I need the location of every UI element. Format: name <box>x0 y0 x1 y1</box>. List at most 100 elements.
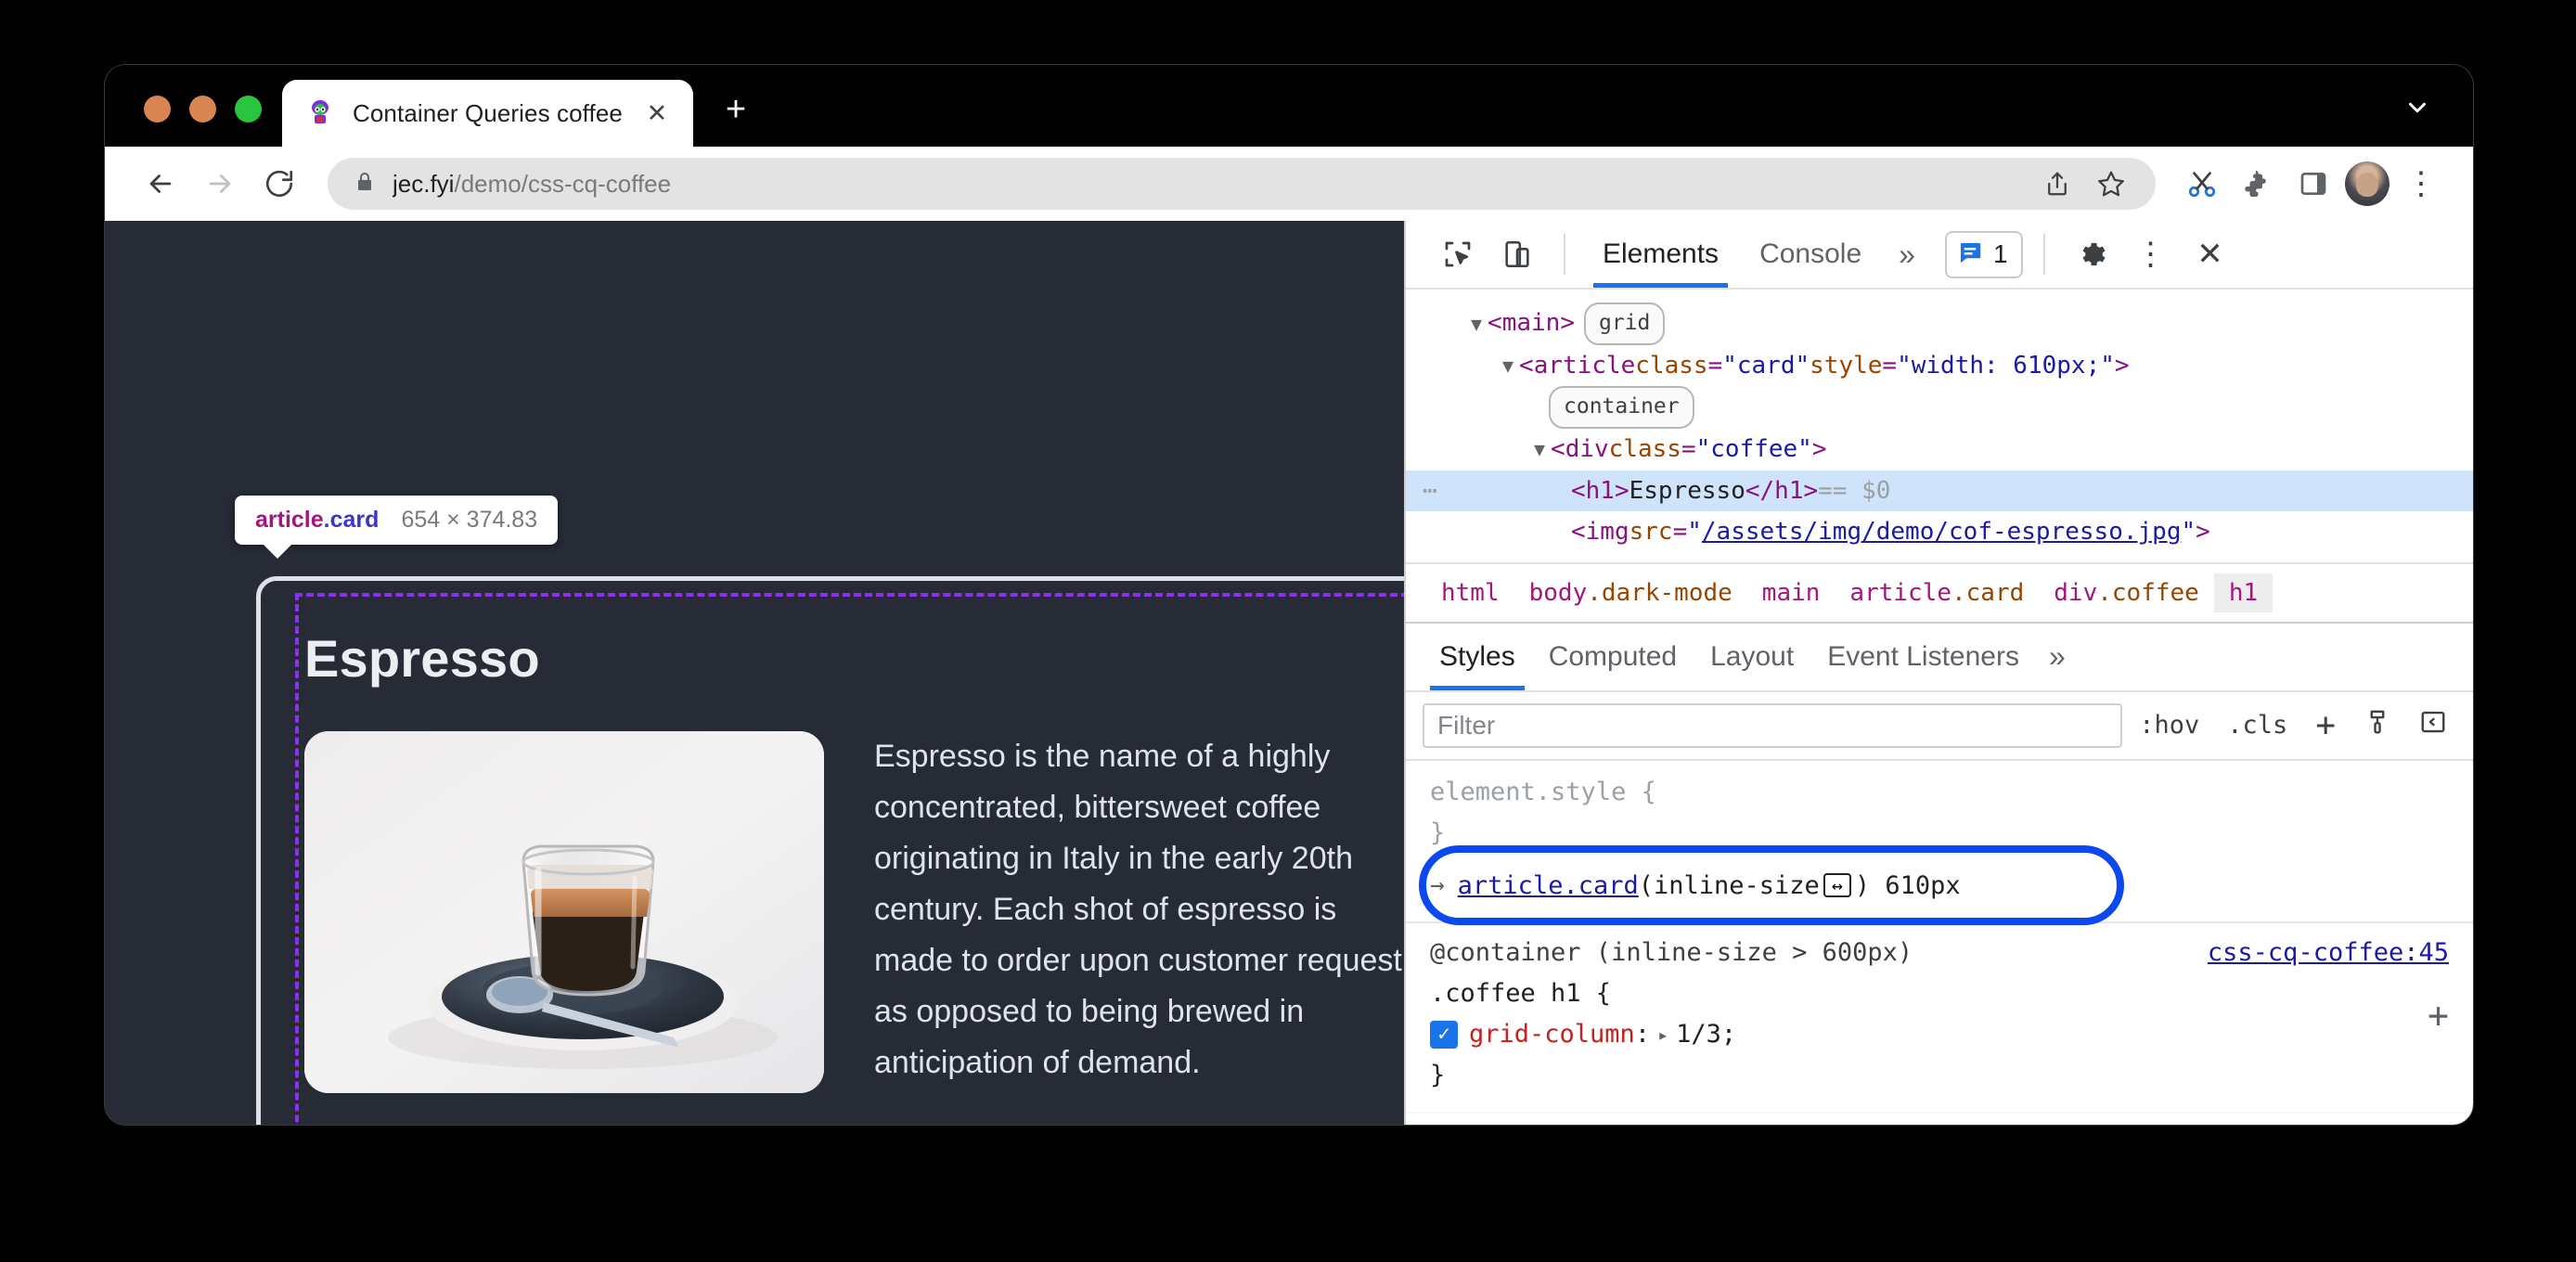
breadcrumb-tag: html <box>1441 578 1500 607</box>
dom-token[interactable]: /assets/img/demo/cof-espresso.jpg <box>1702 511 2182 553</box>
more-panels-icon[interactable]: » <box>1886 238 1928 272</box>
new-tab-button[interactable]: + <box>710 84 762 135</box>
scissors-icon[interactable] <box>2178 160 2226 208</box>
browser-menu-button[interactable]: ⋮ <box>2397 160 2445 208</box>
side-panel-icon[interactable] <box>2289 160 2338 208</box>
breadcrumb-item-main[interactable]: main <box>1747 573 1835 612</box>
rule-source-link[interactable]: css-cq-coffee:45 <box>2208 933 2449 973</box>
declaration-checkbox[interactable]: ✓ <box>1430 1020 1458 1049</box>
new-style-rule-button[interactable]: + <box>2304 706 2347 744</box>
dom-token: < <box>1571 518 1586 547</box>
puzzle-icon[interactable] <box>2234 160 2282 208</box>
dom-token: < <box>1519 351 1534 380</box>
star-icon[interactable] <box>2087 160 2135 208</box>
tab-event-listeners[interactable]: Event Listeners <box>1810 624 2036 690</box>
tab-console[interactable]: Console <box>1743 221 1878 288</box>
rule-selector[interactable]: .coffee h1 { <box>1430 973 1611 1014</box>
minimize-window-button[interactable] <box>189 96 216 122</box>
breadcrumb-item-html[interactable]: html <box>1426 573 1514 612</box>
dom-token: < <box>1488 309 1502 338</box>
breadcrumb-tag: body <box>1528 578 1588 607</box>
dom-badge-container[interactable]: container <box>1549 386 1694 429</box>
cls-toggle[interactable]: .cls <box>2216 711 2299 740</box>
dom-node[interactable]: ▼ < main > grid <box>1406 303 2473 345</box>
paintbrush-icon[interactable] <box>2352 708 2402 742</box>
window-traffic-lights <box>105 96 262 147</box>
breadcrumb-tag: main <box>1761 578 1821 607</box>
value-disclosure-icon[interactable]: ▸ <box>1657 1020 1668 1050</box>
tab-elements[interactable]: Elements <box>1586 221 1735 288</box>
device-toolbar-icon[interactable] <box>1491 228 1543 280</box>
address-bar[interactable]: jec.fyi/demo/css-cq-coffee <box>328 158 2156 210</box>
issues-badge[interactable]: 1 <box>1944 230 2023 278</box>
breadcrumb-item-article[interactable]: article.card <box>1835 573 2039 612</box>
dom-tree[interactable]: ▼ < main > grid ▼ < article class = "card" style =… <box>1406 290 2473 562</box>
property-name[interactable]: grid-column <box>1469 1014 1635 1055</box>
more-styles-tabs-icon[interactable]: » <box>2036 639 2079 674</box>
breadcrumb-class: .dark-mode <box>1587 578 1732 607</box>
chevron-down-icon[interactable] <box>2399 89 2436 126</box>
inspect-element-icon[interactable] <box>1432 228 1484 280</box>
dom-token: == $0 <box>1818 476 1891 505</box>
close-devtools-button[interactable]: ✕ <box>2184 228 2236 280</box>
disclosure-triangle-icon[interactable]: ▼ <box>1502 350 1513 381</box>
dom-badge-grid[interactable]: grid <box>1583 303 1666 345</box>
inline-size-icon: ↔ <box>1823 873 1851 898</box>
article-card[interactable]: Espresso Espresso is the name of a highl… <box>256 576 1404 1125</box>
dom-token: = <box>1681 434 1696 463</box>
dom-node[interactable]: < img src = "/assets/img/demo/cof-espresso.… <box>1406 511 2473 553</box>
property-value[interactable]: 1/3; <box>1676 1014 1736 1055</box>
forward-button[interactable] <box>194 158 246 210</box>
dom-token: "coffee" <box>1695 434 1812 463</box>
avatar[interactable] <box>2345 161 2389 206</box>
gear-icon[interactable] <box>2066 228 2118 280</box>
disclosure-triangle-icon[interactable]: ▼ <box>1534 433 1545 465</box>
back-button[interactable] <box>135 158 187 210</box>
styles-tabbar: Styles Computed Layout Event Listeners » <box>1406 621 2473 692</box>
tab-computed[interactable]: Computed <box>1532 624 1694 690</box>
hov-toggle[interactable]: :hov <box>2128 711 2210 740</box>
sidebar-toggle-icon[interactable] <box>2408 708 2458 742</box>
dom-node[interactable]: container <box>1406 386 2473 429</box>
breadcrumb-item-h1[interactable]: h1 <box>2213 573 2273 612</box>
breadcrumb-item-body[interactable]: body.dark-mode <box>1514 573 1747 612</box>
breadcrumb[interactable]: html body.dark-mode main article.card div.co… <box>1406 561 2473 622</box>
next-rule-selector[interactable]: .coffee h1 { <box>1430 1123 1611 1125</box>
dom-node[interactable]: ▼ < div class = "coffee" > <box>1406 429 2473 470</box>
dom-token: style <box>1810 351 1883 380</box>
dom-token: class <box>1635 351 1708 380</box>
search-input[interactable] <box>1423 702 2123 748</box>
dom-node[interactable]: ▼ < article class = "card" style = "width: 610… <box>1406 345 2473 387</box>
container-link[interactable]: article.card <box>1458 866 1639 907</box>
add-declaration-button[interactable]: + <box>2428 987 2449 1045</box>
devtools-toolbar: Elements Console » 1 ⋮ ✕ <box>1406 221 2473 290</box>
container-query-line[interactable]: → article.card (inline-size ↔ ) 610px <box>1406 862 2473 908</box>
close-window-button[interactable] <box>144 96 171 122</box>
reload-button[interactable] <box>253 158 305 210</box>
dom-token: class <box>1608 434 1681 463</box>
tab-layout[interactable]: Layout <box>1694 624 1810 690</box>
dom-token: = <box>1672 518 1688 547</box>
breadcrumb-item-div[interactable]: div.coffee <box>2039 573 2214 612</box>
dom-token: article <box>1533 351 1636 380</box>
maximize-window-button[interactable] <box>235 96 262 122</box>
highlight-dimensions: 654 × 374.83 <box>401 507 538 533</box>
dom-node[interactable]: ⋯ < h1 > Espresso </h1 > == $0 <box>1406 470 2473 512</box>
css-rules-pane[interactable]: element.style { } → article.card (inline… <box>1406 761 2473 1125</box>
dom-token: > <box>2114 351 2130 380</box>
devtools-menu-button[interactable]: ⋮ <box>2125 228 2177 280</box>
browser-tab[interactable]: Container Queries coffee ✕ <box>282 80 693 147</box>
breadcrumb-tag: article <box>1849 578 1951 607</box>
highlight-tag: article <box>255 507 324 533</box>
next-rule-source-link[interactable]: css-cq-coffee:12 <box>2208 1123 2449 1125</box>
share-icon[interactable] <box>2033 160 2081 208</box>
element-style-open: element.style { <box>1430 777 1656 806</box>
card-paragraph: Espresso is the name of a highly concent… <box>874 739 1404 1081</box>
close-tab-button[interactable]: ✕ <box>641 97 673 129</box>
tab-styles[interactable]: Styles <box>1423 624 1532 690</box>
disclosure-triangle-icon[interactable]: ▼ <box>1471 308 1482 340</box>
dom-token: main <box>1501 309 1561 338</box>
breadcrumb-class: .coffee <box>2097 578 2199 607</box>
highlight-selector: article.card <box>255 507 379 534</box>
dom-token: h1 <box>1774 476 1804 505</box>
